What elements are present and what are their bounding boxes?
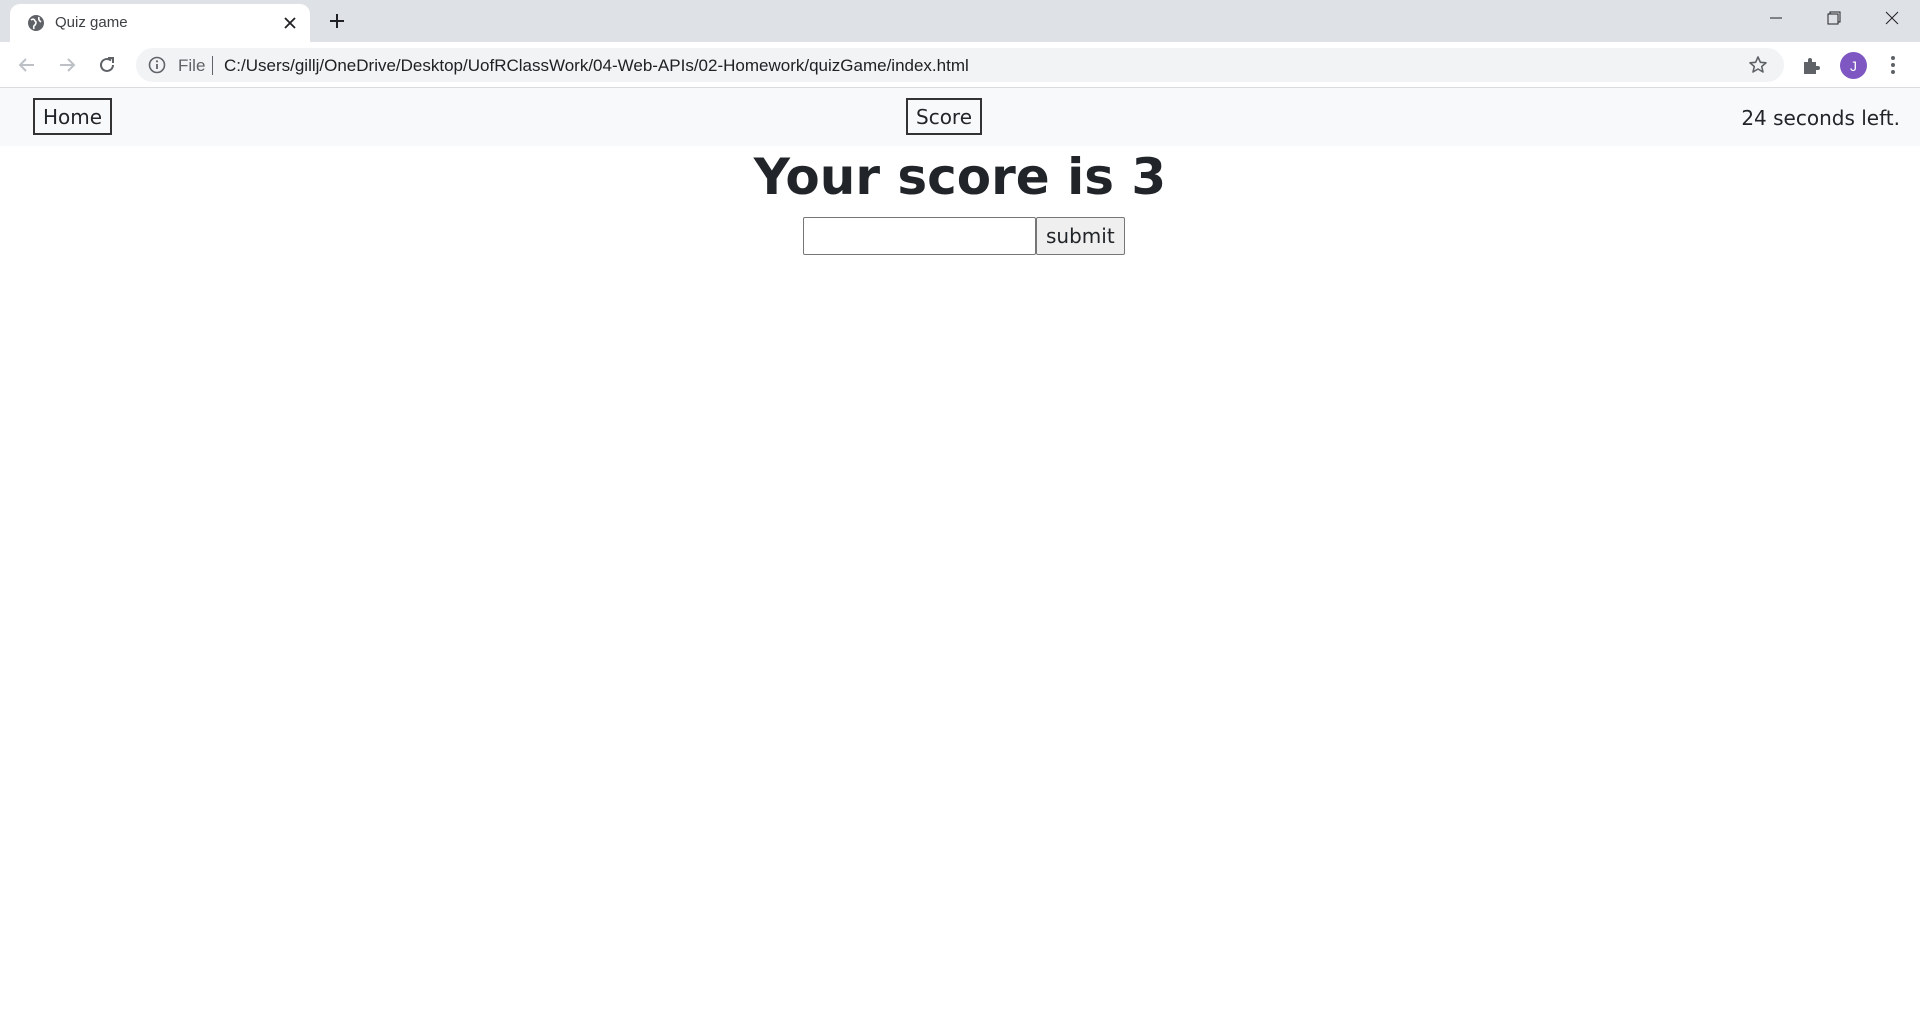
score-heading: Your score is 3: [753, 148, 1167, 206]
profile-avatar[interactable]: J: [1840, 52, 1867, 79]
minimize-icon[interactable]: [1748, 0, 1804, 36]
initials-input[interactable]: [803, 217, 1036, 255]
info-icon[interactable]: [148, 56, 166, 74]
reload-icon[interactable]: [93, 51, 121, 79]
tab-title: Quiz game: [55, 14, 128, 31]
timer-text: 24 seconds left.: [1741, 106, 1900, 130]
more-menu-icon[interactable]: [1882, 54, 1904, 76]
forward-arrow-icon[interactable]: [53, 51, 81, 79]
url-text[interactable]: C:/Users/gillj/OneDrive/Desktop/UofRClas…: [224, 56, 969, 76]
globe-icon: [26, 13, 46, 33]
extensions-puzzle-icon[interactable]: [1800, 55, 1822, 77]
browser-tab-strip: Quiz game: [0, 0, 1920, 42]
initials-form: submit: [803, 217, 1125, 255]
close-icon[interactable]: [280, 13, 300, 33]
new-tab-icon[interactable]: [325, 9, 349, 33]
browser-tab[interactable]: Quiz game: [10, 4, 310, 42]
address-bar[interactable]: File C:/Users/gillj/OneDrive/Desktop/Uof…: [136, 48, 1784, 82]
submit-button[interactable]: submit: [1036, 217, 1125, 255]
browser-toolbar: File C:/Users/gillj/OneDrive/Desktop/Uof…: [0, 42, 1920, 88]
score-button[interactable]: Score: [906, 98, 983, 135]
restore-icon[interactable]: [1806, 0, 1862, 36]
home-button[interactable]: Home: [33, 98, 113, 135]
quiz-nav-bar: Home Score 24 seconds left.: [0, 88, 1920, 146]
url-separator: [212, 56, 213, 75]
url-scheme-label: File: [178, 56, 206, 75]
window-close-icon[interactable]: [1864, 0, 1920, 36]
back-arrow-icon[interactable]: [13, 51, 41, 79]
bookmark-star-icon[interactable]: [1748, 55, 1768, 75]
